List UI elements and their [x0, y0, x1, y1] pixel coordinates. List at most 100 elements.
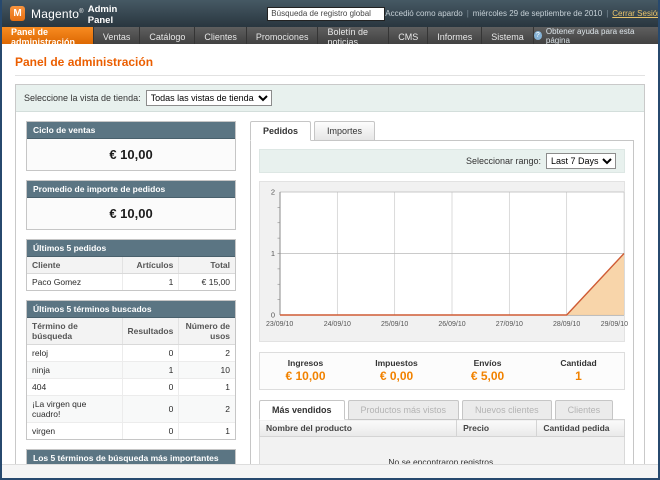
magento-admin-window: M Magento® Admin Panel Accedió como apar…: [0, 0, 660, 480]
table-cell: Paco Gomez: [27, 274, 123, 291]
table-row[interactable]: reloj02: [27, 345, 235, 362]
nav-item-boletin-de-noticias[interactable]: Boletín de noticias: [318, 27, 389, 44]
left-column: Ciclo de ventas € 10,00 Promedio de impo…: [26, 121, 236, 464]
right-column: PedidosImportes Seleccionar rango: Last …: [250, 121, 634, 464]
total-impuestos: Impuestos€ 0,00: [351, 358, 442, 383]
help-link[interactable]: ? Obtener ayuda para esta página: [534, 27, 658, 44]
total-cantidad: Cantidad1: [533, 358, 624, 383]
table-cell: 0: [122, 379, 179, 396]
table-row[interactable]: ninja110: [27, 362, 235, 379]
column-header: Cliente: [27, 257, 123, 274]
nav-item-ventas[interactable]: Ventas: [94, 27, 141, 44]
store-view-select[interactable]: Todas las vistas de tienda: [146, 90, 272, 106]
table-cell: ninja: [27, 362, 122, 379]
tab-mas-vendidos[interactable]: Más vendidos: [259, 400, 345, 420]
nav-item-clientes[interactable]: Clientes: [195, 27, 247, 44]
help-icon: ?: [534, 31, 542, 40]
total-value: 1: [533, 369, 624, 383]
column-header: Término de búsqueda: [27, 318, 122, 345]
logout-link[interactable]: Cerrar Sesión: [612, 9, 660, 18]
page-footer: [2, 464, 658, 478]
magento-logo-icon: M: [10, 6, 25, 21]
table-row[interactable]: Paco Gomez1€ 15,00: [27, 274, 235, 291]
logged-in-as: Accedió como apardo: [385, 9, 462, 18]
table-cell: 2: [179, 396, 235, 423]
nav-item-panel-de-administracion[interactable]: Panel de administración: [2, 27, 94, 44]
total-label: Envíos: [442, 358, 533, 368]
table-row[interactable]: 40401: [27, 379, 235, 396]
total-value: € 10,00: [260, 369, 351, 383]
table-cell: reloj: [27, 345, 122, 362]
separator: |: [606, 9, 608, 18]
tab-nuevos-clientes[interactable]: Nuevos clientes: [462, 400, 552, 420]
table-cell: 1: [179, 423, 235, 440]
table-cell: € 15,00: [179, 274, 235, 291]
svg-text:28/09/10: 28/09/10: [553, 321, 580, 328]
svg-text:0: 0: [271, 311, 275, 320]
column-header: Artículos: [123, 257, 179, 274]
top-search-widget: Los 5 términos de búsqueda más important…: [26, 449, 236, 464]
table-cell: ¡La virgen que cuadro!: [27, 396, 122, 423]
empty-table-message: No se encontraron registros.: [260, 437, 625, 465]
average-orders-title: Promedio de importe de pedidos: [27, 181, 235, 198]
svg-text:26/09/10: 26/09/10: [438, 321, 465, 328]
nav-item-informes[interactable]: Informes: [428, 27, 482, 44]
column-header: Precio: [457, 420, 537, 437]
tab-clientes[interactable]: Clientes: [555, 400, 614, 420]
table-cell: 1: [123, 274, 179, 291]
help-label: Obtener ayuda para esta página: [546, 27, 650, 45]
products-table: Nombre del producto Precio Cantidad pedi…: [259, 419, 625, 464]
tab-productos-mas-vistos[interactable]: Productos más vistos: [348, 400, 460, 420]
nav-items: Panel de administraciónVentasCatálogoCli…: [2, 27, 534, 44]
nav-item-sistema[interactable]: Sistema: [482, 27, 534, 44]
column-header: Nombre del producto: [260, 420, 457, 437]
svg-text:23/09/10: 23/09/10: [266, 321, 293, 328]
content-area: Panel de administración Seleccione la vi…: [2, 44, 658, 464]
orders-area-chart: 01223/09/1024/09/1025/09/1026/09/1027/09…: [262, 187, 630, 339]
global-search-input[interactable]: [267, 7, 385, 21]
brand-name: Magento®: [31, 7, 84, 21]
last-orders-widget: Últimos 5 pedidos Cliente Artículos Tota…: [26, 239, 236, 291]
dashboard-body: Ciclo de ventas € 10,00 Promedio de impo…: [16, 112, 644, 464]
tab-importes[interactable]: Importes: [314, 121, 375, 141]
table-cell: 0: [122, 345, 179, 362]
column-header: Resultados: [122, 318, 179, 345]
table-row[interactable]: virgen01: [27, 423, 235, 440]
nav-item-catalogo[interactable]: Catálogo: [140, 27, 195, 44]
column-header: Número de usos: [179, 318, 235, 345]
total-label: Cantidad: [533, 358, 624, 368]
nav-item-cms[interactable]: CMS: [389, 27, 428, 44]
last-orders-table: Cliente Artículos Total Paco Gomez1€ 15,…: [27, 257, 235, 290]
svg-text:1: 1: [271, 249, 275, 258]
lifetime-sales-title: Ciclo de ventas: [27, 122, 235, 139]
orders-tab-content: Seleccionar rango: Last 7 Days 0 1 2 23/09/…: [250, 140, 634, 464]
total-value: € 0,00: [351, 369, 442, 383]
lifetime-sales-widget: Ciclo de ventas € 10,00: [26, 121, 236, 171]
last-search-table: Término de búsqueda Resultados Número de…: [27, 318, 235, 439]
table-cell: 1: [179, 379, 235, 396]
nav-item-promociones[interactable]: Promociones: [247, 27, 319, 44]
brand-suffix: Admin Panel: [88, 2, 118, 26]
column-header: Total: [179, 257, 235, 274]
table-cell: virgen: [27, 423, 122, 440]
total-envios: Envíos€ 5,00: [442, 358, 533, 383]
total-label: Ingresos: [260, 358, 351, 368]
svg-text:25/09/10: 25/09/10: [381, 321, 408, 328]
brand-text: Magento: [31, 7, 79, 21]
average-orders-widget: Promedio de importe de pedidos € 10,00: [26, 180, 236, 230]
store-view-label: Seleccione la vista de tienda:: [24, 93, 141, 103]
store-view-bar: Seleccione la vista de tienda: Todas las…: [16, 85, 644, 112]
total-label: Impuestos: [351, 358, 442, 368]
table-cell: 0: [122, 423, 179, 440]
range-bar: Seleccionar rango: Last 7 Days: [259, 149, 625, 173]
table-row[interactable]: ¡La virgen que cuadro!02: [27, 396, 235, 423]
totals-row: Ingresos€ 10,00Impuestos€ 0,00Envíos€ 5,…: [259, 352, 625, 390]
range-select[interactable]: Last 7 Days: [546, 153, 616, 169]
table-cell: 1: [122, 362, 179, 379]
last-orders-title: Últimos 5 pedidos: [27, 240, 235, 257]
last-search-widget: Últimos 5 términos buscados Término de b…: [26, 300, 236, 440]
tab-pedidos[interactable]: Pedidos: [250, 121, 311, 141]
bottom-tabs: Más vendidosProductos más vistosNuevos c…: [259, 400, 625, 420]
svg-text:2: 2: [271, 188, 275, 197]
svg-text:27/09/10: 27/09/10: [496, 321, 523, 328]
